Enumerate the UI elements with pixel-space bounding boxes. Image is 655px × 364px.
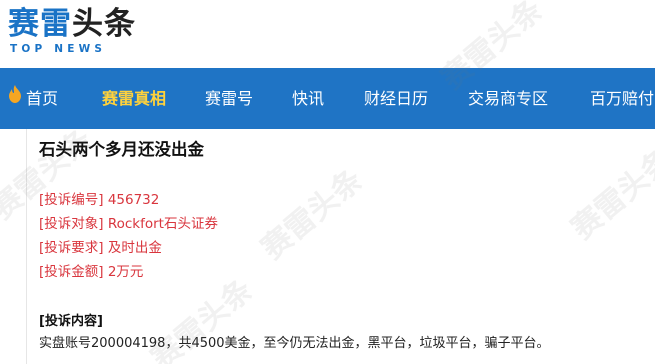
- complaint-demand: [投诉要求] 及时出金: [39, 240, 162, 256]
- nav-item-label: 百万赔付: [590, 89, 655, 108]
- main-nav: 首页 赛雷真相 赛雷号 快讯 财经日历 交易商专区 百万赔付: [0, 68, 655, 129]
- complaint-content: 实盘账号200004198，共4500美金，至今仍无法出金，黑平台，垃圾平台，骗…: [39, 336, 550, 351]
- nav-item-label: 首页: [26, 89, 59, 108]
- nav-item-label: 交易商专区: [468, 89, 549, 108]
- nav-item-label: 财经日历: [364, 89, 429, 108]
- nav-item-compensation[interactable]: 百万赔付: [590, 68, 654, 129]
- nav-item-label: 赛雷号: [205, 89, 254, 108]
- logo-en: TOP NEWS: [10, 43, 107, 55]
- content-label: [投诉内容]: [39, 314, 103, 329]
- complaint-number: [投诉编号] 456732: [39, 192, 160, 208]
- page: 赛雷头条 TOP NEWS 首页 赛雷真相 赛雷号 快讯 财经日历 交易商专区: [0, 0, 655, 364]
- nav-item-truth[interactable]: 赛雷真相: [102, 68, 166, 129]
- nav-item-broker-zone[interactable]: 交易商专区: [468, 68, 548, 129]
- content-area: 石头两个多月还没出金 [投诉编号] 456732 [投诉对象] Rockfort…: [0, 129, 655, 364]
- logo-cn: 赛雷头条: [8, 6, 136, 42]
- complaint-target: [投诉对象] Rockfort石头证券: [39, 216, 218, 232]
- nav-item-label: 赛雷真相: [102, 89, 167, 108]
- complaint-card: 石头两个多月还没出金 [投诉编号] 456732 [投诉对象] Rockfort…: [26, 129, 655, 364]
- complaint-title: 石头两个多月还没出金: [39, 140, 204, 159]
- site-header: 赛雷头条 TOP NEWS: [0, 0, 655, 68]
- nav-item-calendar[interactable]: 财经日历: [364, 68, 428, 129]
- nav-item-home[interactable]: 首页: [8, 68, 58, 129]
- logo-cn-part1: 赛雷: [8, 6, 72, 42]
- flame-icon: [8, 67, 22, 128]
- nav-item-label: 快讯: [292, 89, 325, 108]
- complaint-amount: [投诉金额] 2万元: [39, 264, 144, 280]
- nav-item-sailei-hao[interactable]: 赛雷号: [205, 68, 253, 129]
- nav-item-flash[interactable]: 快讯: [292, 68, 324, 129]
- site-logo[interactable]: 赛雷头条 TOP NEWS: [8, 6, 136, 56]
- logo-cn-part2: 头条: [72, 6, 136, 42]
